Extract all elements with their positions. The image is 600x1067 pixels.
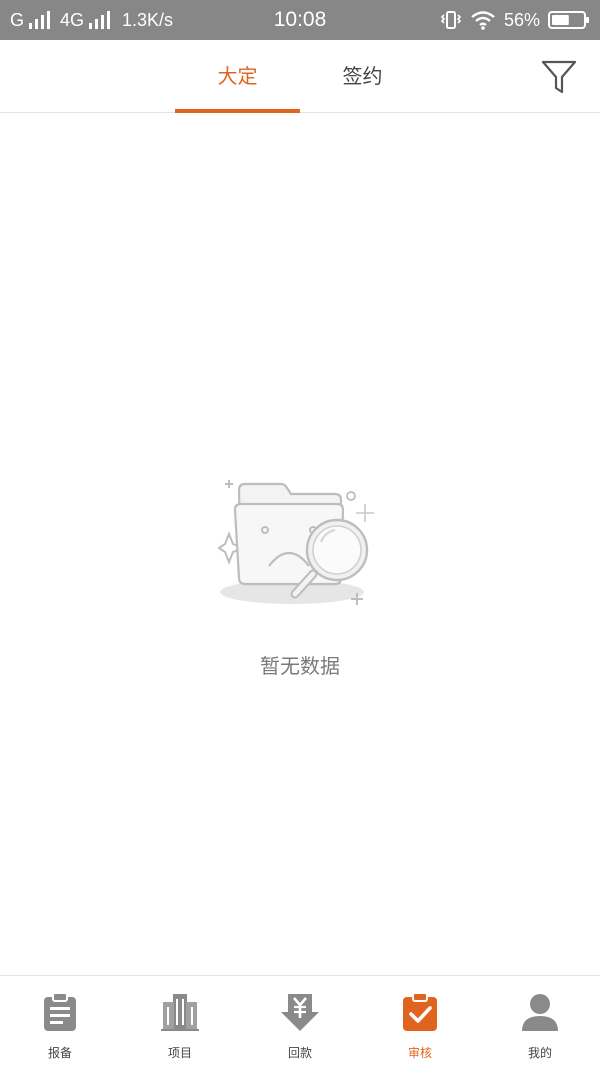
nav-label: 报备 — [47, 1046, 72, 1060]
nav-item-huikuan[interactable]: 回款 — [240, 976, 360, 1067]
building-icon — [161, 994, 199, 1031]
nav-label: 审核 — [407, 1046, 432, 1060]
battery-percent: 56% — [503, 9, 540, 30]
active-tab-indicator — [175, 109, 300, 113]
user-icon — [522, 994, 558, 1031]
nav-item-xiangmu[interactable]: 项目 — [120, 976, 240, 1067]
nav-label: 项目 — [167, 1046, 192, 1060]
filter-icon — [541, 60, 577, 94]
empty-state: 暂无数据 — [0, 470, 600, 679]
wifi-icon — [471, 11, 495, 30]
nav-item-wode[interactable]: 我的 — [480, 976, 600, 1067]
nav-item-shenhe[interactable]: 审核 — [360, 976, 480, 1067]
nav-label: 回款 — [287, 1046, 312, 1060]
bottom-nav: 报备 项目 回款 审核 我的 — [0, 975, 600, 1067]
tab-dading[interactable]: 大定 — [175, 40, 300, 113]
battery-icon — [548, 11, 589, 29]
vibrate-icon — [440, 11, 462, 29]
nav-label: 我的 — [527, 1046, 552, 1060]
status-right: 56% — [440, 0, 590, 40]
clipboard-icon — [44, 992, 76, 1031]
tab-qianyue[interactable]: 签约 — [300, 40, 425, 113]
empty-folder-search-icon — [217, 480, 374, 605]
tab-header: 大定 签约 — [0, 40, 600, 113]
check-clipboard-icon — [403, 992, 437, 1031]
nav-item-baobei[interactable]: 报备 — [0, 976, 120, 1067]
status-bar: G 4G 1.3K/s 10:08 56% — [0, 0, 600, 40]
filter-button[interactable] — [540, 58, 578, 98]
screen: G 4G 1.3K/s 10:08 56% 大定 签约 暂无数据 报备 项目 回… — [0, 0, 600, 1067]
empty-message: 暂无数据 — [260, 654, 340, 678]
yen-download-icon — [281, 994, 319, 1031]
